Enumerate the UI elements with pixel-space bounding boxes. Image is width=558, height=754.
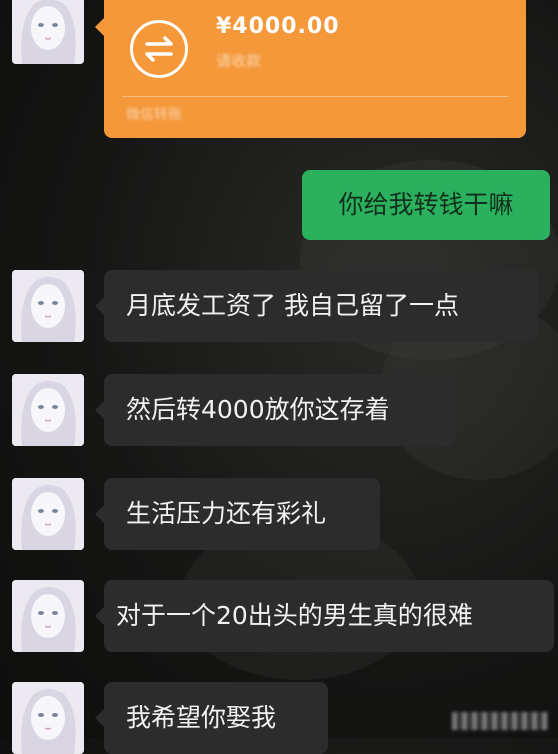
watermark [452,712,548,730]
contact-avatar[interactable] [12,682,84,754]
transfer-card[interactable]: ¥4000.00 请收款 微信转账 [95,0,526,138]
received-message-bubble[interactable]: 月底发工资了 我自己留了一点 [95,270,538,342]
contact-avatar[interactable] [12,478,84,550]
contact-avatar[interactable] [12,0,84,64]
transfer-divider [122,96,508,97]
message-row-transfer: ¥4000.00 请收款 微信转账 [0,0,558,140]
received-message-bubble[interactable]: 对于一个20出头的男生真的很难 [95,580,554,652]
contact-avatar[interactable] [12,270,84,342]
message-row: 然后转4000放你这存着 [0,374,558,446]
message-row: 生活压力还有彩礼 [0,478,558,550]
transfer-status: 请收款 [216,52,262,70]
transfer-footer-label: 微信转账 [126,107,182,123]
sent-message-bubble[interactable]: 你给我转钱干嘛 [302,170,550,240]
message-row: 月底发工资了 我自己留了一点 [0,270,558,342]
received-message-bubble[interactable]: 生活压力还有彩礼 [95,478,380,550]
received-message-bubble[interactable]: 我希望你娶我 [95,682,328,754]
transfer-amount: ¥4000.00 [216,14,340,39]
contact-avatar[interactable] [12,580,84,652]
transfer-icon [130,20,188,78]
contact-avatar[interactable] [12,374,84,446]
message-row: 对于一个20出头的男生真的很难 [0,580,558,652]
received-message-bubble[interactable]: 然后转4000放你这存着 [95,374,456,446]
